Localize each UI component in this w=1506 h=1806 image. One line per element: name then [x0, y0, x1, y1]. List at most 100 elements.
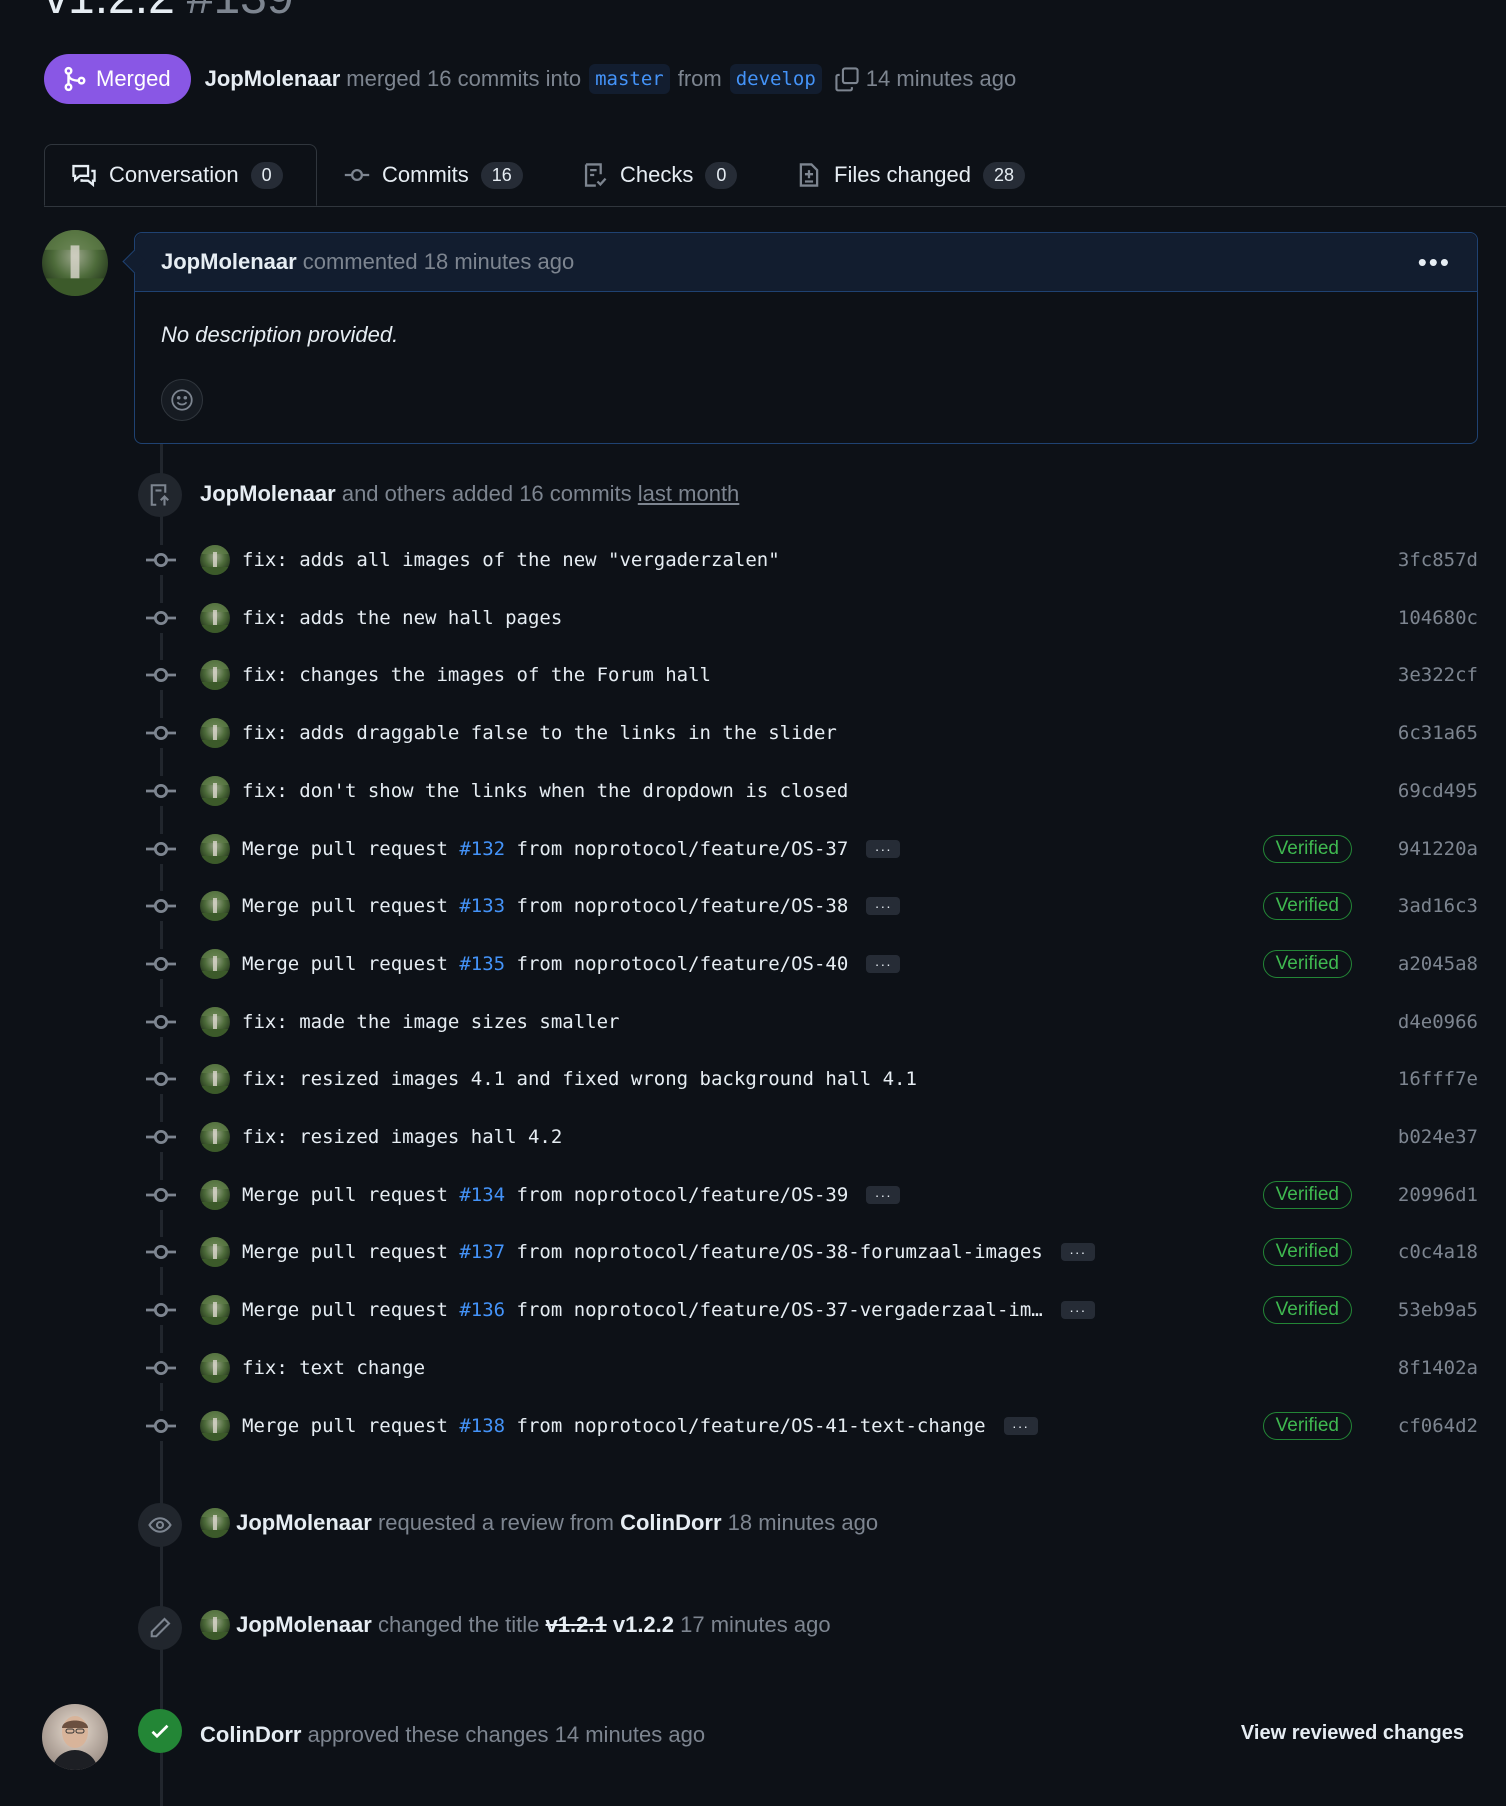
file-diff-icon	[799, 163, 819, 187]
commit-sha[interactable]: 8f1402a	[1398, 1357, 1478, 1379]
author-avatar[interactable]	[42, 230, 108, 296]
tab-commits[interactable]: Commits 16	[344, 144, 523, 206]
commit-author-avatar[interactable]	[200, 1064, 230, 1094]
commit-message[interactable]: Merge pull request #136 from noprotocol/…	[242, 1299, 1043, 1321]
verified-badge[interactable]: Verified	[1262, 1296, 1352, 1324]
tab-checks[interactable]: Checks 0	[582, 144, 738, 206]
base-branch[interactable]: master	[589, 64, 670, 94]
commit-pr-link[interactable]: #138	[459, 1415, 505, 1437]
verified-badge[interactable]: Verified	[1262, 1412, 1352, 1440]
commit-message[interactable]: fix: text change	[242, 1357, 425, 1379]
commit-pr-link[interactable]: #135	[459, 953, 505, 975]
approval-event: ColinDorr approved these changes 14 minu…	[200, 1722, 705, 1748]
verified-badge[interactable]: Verified	[1262, 1238, 1352, 1266]
commit-sha[interactable]: d4e0966	[1398, 1011, 1478, 1033]
commit-row: Merge pull request #135 from noprotocol/…	[146, 944, 1478, 984]
commit-pr-link[interactable]: #137	[459, 1241, 505, 1263]
expand-commit-body-button[interactable]: ···	[1003, 1417, 1038, 1435]
commit-message-rest: from noprotocol/feature/OS-37	[505, 838, 849, 860]
verified-badge[interactable]: Verified	[1262, 950, 1352, 978]
commit-sha[interactable]: cf064d2	[1398, 1415, 1478, 1437]
view-reviewed-changes-button[interactable]: View reviewed changes	[1241, 1722, 1464, 1745]
commit-author-avatar[interactable]	[200, 1295, 230, 1325]
commit-author-avatar[interactable]	[200, 718, 230, 748]
commit-message[interactable]: fix: don't show the links when the dropd…	[242, 780, 848, 802]
commit-sha[interactable]: 3e322cf	[1398, 664, 1478, 686]
commit-author-avatar[interactable]	[200, 891, 230, 921]
expand-commit-body-button[interactable]: ···	[1060, 1243, 1095, 1261]
merger-username[interactable]: JopMolenaar	[205, 66, 341, 92]
commit-sha[interactable]: b024e37	[1398, 1126, 1478, 1148]
title-change-avatar[interactable]	[200, 1610, 230, 1640]
commit-pr-link[interactable]: #132	[459, 838, 505, 860]
commit-message[interactable]: fix: resized images 4.1 and fixed wrong …	[242, 1068, 917, 1090]
verified-badge[interactable]: Verified	[1262, 1181, 1352, 1209]
commit-pr-link[interactable]: #136	[459, 1299, 505, 1321]
add-reaction-button[interactable]	[161, 379, 203, 421]
reviewer-avatar[interactable]	[42, 1704, 108, 1770]
commit-message[interactable]: fix: adds draggable false to the links i…	[242, 722, 837, 744]
commit-author-avatar[interactable]	[200, 1180, 230, 1210]
commit-pr-link[interactable]: #133	[459, 895, 505, 917]
commit-sha[interactable]: 3ad16c3	[1398, 895, 1478, 917]
copy-icon[interactable]	[834, 66, 860, 92]
expand-commit-body-button[interactable]: ···	[1060, 1301, 1095, 1319]
review-request-author[interactable]: JopMolenaar	[236, 1510, 372, 1536]
head-branch[interactable]: develop	[729, 64, 822, 94]
commit-message-text: fix: changes the images of the Forum hal…	[242, 664, 711, 686]
commit-message[interactable]: fix: changes the images of the Forum hal…	[242, 664, 711, 686]
commit-message[interactable]: fix: made the image sizes smaller	[242, 1011, 620, 1033]
commit-sha[interactable]: c0c4a18	[1398, 1241, 1478, 1263]
comment-author[interactable]: JopMolenaar	[161, 249, 297, 275]
comment-options-icon[interactable]: •••	[1418, 247, 1451, 278]
expand-commit-body-button[interactable]: ···	[866, 955, 901, 973]
commit-message[interactable]: Merge pull request #132 from noprotocol/…	[242, 838, 848, 860]
commit-sha[interactable]: a2045a8	[1398, 953, 1478, 975]
commit-message[interactable]: Merge pull request #137 from noprotocol/…	[242, 1241, 1043, 1263]
commit-sha[interactable]: 104680c	[1398, 607, 1478, 629]
reviewer-name[interactable]: ColinDorr	[620, 1510, 721, 1536]
commit-sha[interactable]: 20996d1	[1398, 1184, 1478, 1206]
commit-message[interactable]: Merge pull request #135 from noprotocol/…	[242, 953, 848, 975]
commit-pr-link[interactable]: #134	[459, 1184, 505, 1206]
commit-message[interactable]: Merge pull request #133 from noprotocol/…	[242, 895, 848, 917]
commit-message[interactable]: Merge pull request #134 from noprotocol/…	[242, 1184, 848, 1206]
expand-commit-body-button[interactable]: ···	[866, 897, 901, 915]
commits-author[interactable]: JopMolenaar	[200, 481, 336, 507]
commit-sha[interactable]: 53eb9a5	[1398, 1299, 1478, 1321]
new-title: v1.2.2	[612, 1612, 675, 1637]
title-change-author[interactable]: JopMolenaar	[236, 1612, 372, 1638]
verified-badge[interactable]: Verified	[1262, 892, 1352, 920]
tab-conversation[interactable]: Conversation 0	[44, 144, 317, 206]
commit-sha[interactable]: 16fff7e	[1398, 1068, 1478, 1090]
commit-author-avatar[interactable]	[200, 1411, 230, 1441]
commit-author-avatar[interactable]	[200, 1122, 230, 1152]
comment-meta[interactable]: commented 18 minutes ago	[303, 249, 575, 275]
commit-sha[interactable]: 6c31a65	[1398, 722, 1478, 744]
review-request-avatar[interactable]	[200, 1508, 230, 1538]
tab-files-changed[interactable]: Files changed 28	[796, 144, 1026, 206]
commit-author-avatar[interactable]	[200, 545, 230, 575]
commit-author-avatar[interactable]	[200, 603, 230, 633]
commit-sha[interactable]: 3fc857d	[1398, 549, 1478, 571]
comment-header: JopMolenaar commented 18 minutes ago •••	[135, 233, 1477, 292]
approver-name[interactable]: ColinDorr	[200, 1722, 301, 1748]
commit-sha[interactable]: 941220a	[1398, 838, 1478, 860]
commit-author-avatar[interactable]	[200, 1353, 230, 1383]
commit-author-avatar[interactable]	[200, 1237, 230, 1267]
commit-author-avatar[interactable]	[200, 949, 230, 979]
commits-time-link[interactable]: last month	[638, 481, 740, 507]
commit-author-avatar[interactable]	[200, 834, 230, 864]
verified-badge[interactable]: Verified	[1262, 835, 1352, 863]
commit-message-text: fix: resized images hall 4.2	[242, 1126, 563, 1148]
commit-author-avatar[interactable]	[200, 776, 230, 806]
commit-message[interactable]: fix: adds the new hall pages	[242, 607, 562, 629]
commit-message[interactable]: fix: adds all images of the new "vergade…	[242, 549, 780, 571]
commit-message[interactable]: Merge pull request #138 from noprotocol/…	[242, 1415, 986, 1437]
commit-author-avatar[interactable]	[200, 1007, 230, 1037]
expand-commit-body-button[interactable]: ···	[866, 840, 901, 858]
commit-message[interactable]: fix: resized images hall 4.2	[242, 1126, 562, 1148]
expand-commit-body-button[interactable]: ···	[866, 1186, 901, 1204]
commit-sha[interactable]: 69cd495	[1398, 780, 1478, 802]
commit-author-avatar[interactable]	[200, 660, 230, 690]
